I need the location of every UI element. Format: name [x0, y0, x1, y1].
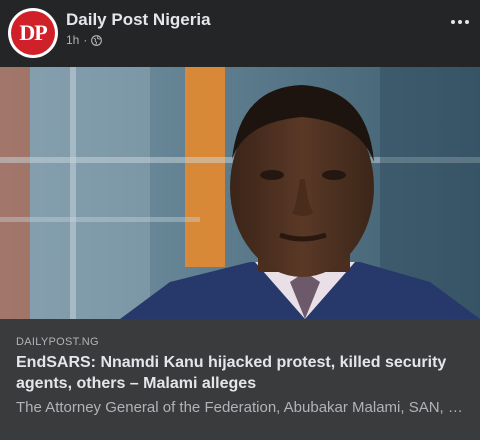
link-preview-image[interactable] — [0, 67, 480, 319]
avatar-logo: DP — [11, 11, 55, 55]
meta-separator: · — [83, 33, 88, 47]
page-name-link[interactable]: Daily Post Nigeria — [66, 10, 211, 30]
more-dot — [458, 20, 462, 24]
post-time[interactable]: 1h — [66, 33, 79, 47]
more-dot — [465, 20, 469, 24]
more-options-button[interactable] — [446, 10, 474, 34]
more-options-icon — [451, 20, 455, 24]
globe-icon — [91, 34, 103, 46]
photo-thumbnail — [0, 67, 480, 319]
link-description: The Attorney General of the Federation, … — [16, 399, 464, 416]
page-avatar[interactable]: DP — [8, 8, 58, 58]
link-preview-card[interactable]: DAILYPOST.NG EndSARS: Nnamdi Kanu hijack… — [0, 319, 480, 440]
post-header: DP Daily Post Nigeria 1h · — [0, 0, 480, 64]
post-meta: 1h · — [66, 33, 103, 47]
link-domain: DAILYPOST.NG — [16, 336, 99, 348]
link-headline[interactable]: EndSARS: Nnamdi Kanu hijacked protest, k… — [16, 352, 466, 394]
